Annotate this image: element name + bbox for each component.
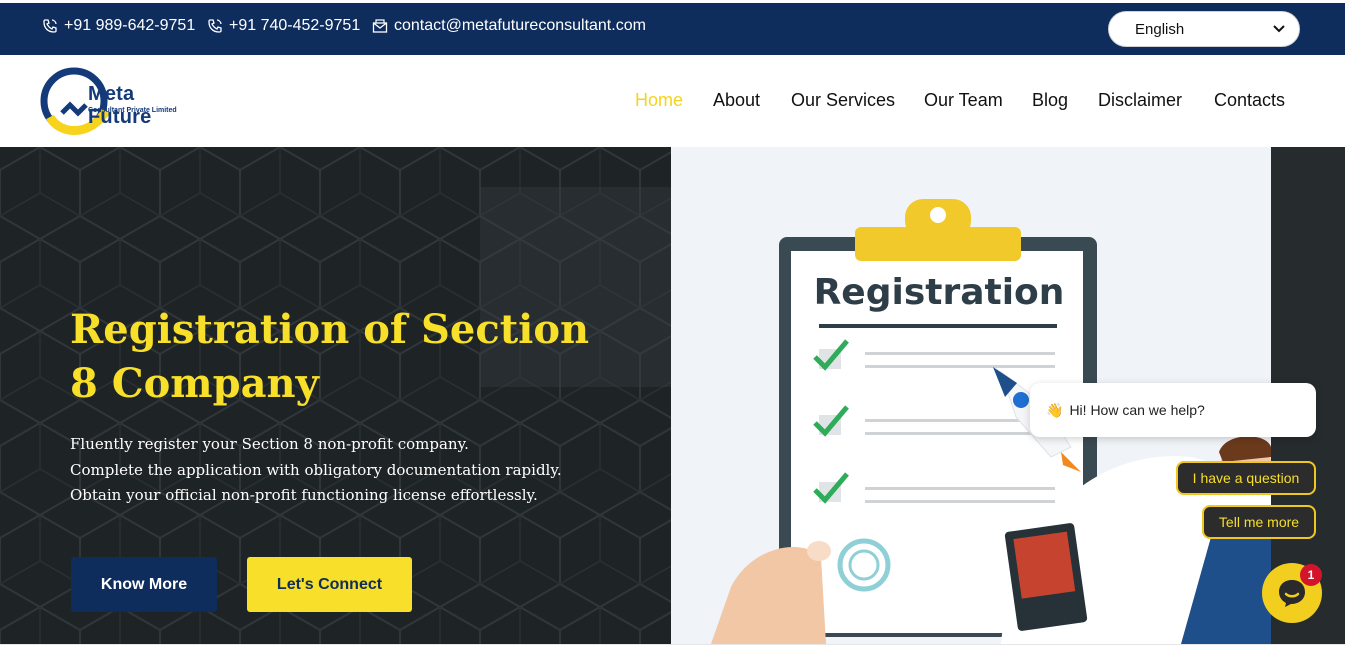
logo[interactable]: Meta Future Consultant Private Limited bbox=[40, 65, 200, 137]
nav-about[interactable]: About bbox=[713, 90, 760, 111]
logo-subtitle: Consultant Private Limited bbox=[88, 107, 177, 114]
chat-greeting-bubble[interactable]: 👋 Hi! How can we help? bbox=[1030, 383, 1316, 437]
nav-home[interactable]: Home bbox=[635, 90, 683, 111]
nav-disclaimer[interactable]: Disclaimer bbox=[1098, 90, 1182, 111]
top-contact-bar: +91 989-642-9751 +91 740-452-9751 contac… bbox=[0, 3, 1345, 55]
nav-our-team[interactable]: Our Team bbox=[924, 90, 1003, 111]
hand-illustration bbox=[711, 547, 826, 644]
email-text: contact@metafutureconsultant.com bbox=[394, 17, 646, 34]
email-icon bbox=[372, 19, 388, 33]
chat-greeting-text: Hi! How can we help? bbox=[1069, 402, 1205, 418]
phone-icon bbox=[208, 19, 222, 33]
know-more-button[interactable]: Know More bbox=[71, 557, 217, 612]
chat-option-tell-more[interactable]: Tell me more bbox=[1202, 505, 1316, 539]
logo-name: Meta Future bbox=[88, 83, 152, 128]
language-select[interactable]: English bbox=[1108, 11, 1300, 47]
hero-desc-line-2: Complete the application with obligatory… bbox=[70, 460, 562, 479]
phone-contact-2[interactable]: +91 740-452-9751 bbox=[207, 17, 360, 35]
hero-desc-line-3: Obtain your official non-profit function… bbox=[70, 486, 538, 504]
phone-icon bbox=[43, 19, 57, 33]
hero-desc-line-1: Fluently register your Section 8 non-pro… bbox=[70, 435, 469, 453]
chat-notification-badge: 1 bbox=[1300, 564, 1322, 586]
illustration-heading: Registration bbox=[814, 272, 1065, 313]
hero-title-line-1: Registration of Section bbox=[70, 306, 590, 353]
hero-title-line-2: 8 Company bbox=[70, 360, 319, 407]
phone-2-text: +91 740-452-9751 bbox=[229, 17, 361, 34]
hero-title: Registration of Section 8 Company bbox=[70, 303, 590, 411]
language-value: English bbox=[1135, 20, 1185, 38]
hero-description: Fluently register your Section 8 non-pro… bbox=[70, 432, 562, 509]
chevron-down-icon bbox=[1273, 22, 1285, 36]
phone-1-text: +91 989-642-9751 bbox=[64, 17, 196, 34]
phone-contact-1[interactable]: +91 989-642-9751 bbox=[42, 17, 195, 35]
chat-option-question[interactable]: I have a question bbox=[1176, 461, 1316, 495]
nav-contacts[interactable]: Contacts bbox=[1214, 90, 1285, 111]
lets-connect-button[interactable]: Let's Connect bbox=[247, 557, 412, 612]
nav-our-services[interactable]: Our Services bbox=[791, 90, 895, 111]
email-contact[interactable]: contact@metafutureconsultant.com bbox=[372, 17, 646, 35]
wave-emoji-icon: 👋 bbox=[1046, 401, 1064, 418]
site-header: Meta Future Consultant Private Limited H… bbox=[0, 55, 1345, 147]
nav-blog[interactable]: Blog bbox=[1032, 90, 1068, 111]
